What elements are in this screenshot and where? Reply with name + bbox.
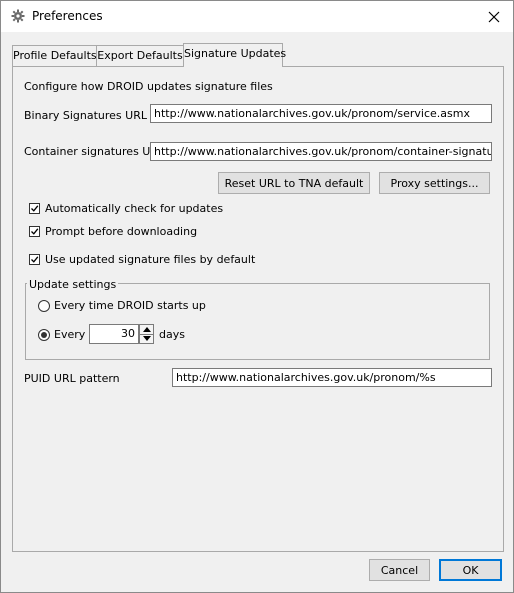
cancel-button[interactable]: Cancel [369,559,430,581]
days-spinner-buttons[interactable] [139,324,154,344]
binary-url-field[interactable]: http://www.nationalarchives.gov.uk/prono… [150,104,492,123]
tab-signature-updates[interactable]: Signature Updates [183,43,286,67]
container-url-label: Container signatures URL [24,145,165,158]
every-radio[interactable]: Every [38,328,85,341]
tab-profile-defaults[interactable]: Profile Defaults [12,45,97,66]
ok-button[interactable]: OK [439,559,502,581]
gear-icon [11,9,25,23]
auto-check-label: Automatically check for updates [45,202,224,215]
proxy-settings-button[interactable]: Proxy settings... [379,172,490,194]
prompt-download-label: Prompt before downloading [45,225,198,238]
window-title: Preferences [32,9,103,23]
update-settings-group [25,283,490,360]
checkbox-icon[interactable] [29,203,40,214]
puid-label: PUID URL pattern [24,372,120,385]
radio-selected-icon[interactable] [38,328,50,341]
close-icon[interactable] [475,1,513,32]
reset-url-button[interactable]: Reset URL to TNA default [218,172,370,194]
container-url-field[interactable]: http://www.nationalarchives.gov.uk/prono… [150,142,492,161]
every-radio-label: Every [54,328,86,341]
checkbox-icon[interactable] [29,226,40,237]
checkbox-icon[interactable] [29,254,40,265]
startup-radio-label: Every time DROID starts up [54,299,206,312]
binary-url-label: Binary Signatures URL [24,109,147,122]
tab-export-defaults[interactable]: Export Defaults [96,45,184,66]
prompt-download-checkbox[interactable]: Prompt before downloading [29,225,197,238]
signature-updates-panel: Configure how DROID updates signature fi… [12,66,504,552]
title-bar: Preferences [1,1,513,32]
auto-check-checkbox[interactable]: Automatically check for updates [29,202,223,215]
preferences-window: Preferences Profile Defaults Export Defa… [0,0,514,593]
use-updated-label: Use updated signature files by default [45,253,256,266]
days-spinner-field[interactable]: 30 [89,324,139,344]
puid-url-field[interactable]: http://www.nationalarchives.gov.uk/prono… [172,368,492,387]
radio-icon[interactable] [38,299,50,312]
spinner-down-icon[interactable] [140,334,153,343]
update-settings-legend: Update settings [27,278,119,291]
use-updated-checkbox[interactable]: Use updated signature files by default [29,253,255,266]
days-unit-label: days [159,328,185,341]
startup-radio[interactable]: Every time DROID starts up [38,299,206,312]
intro-text: Configure how DROID updates signature fi… [24,80,273,93]
